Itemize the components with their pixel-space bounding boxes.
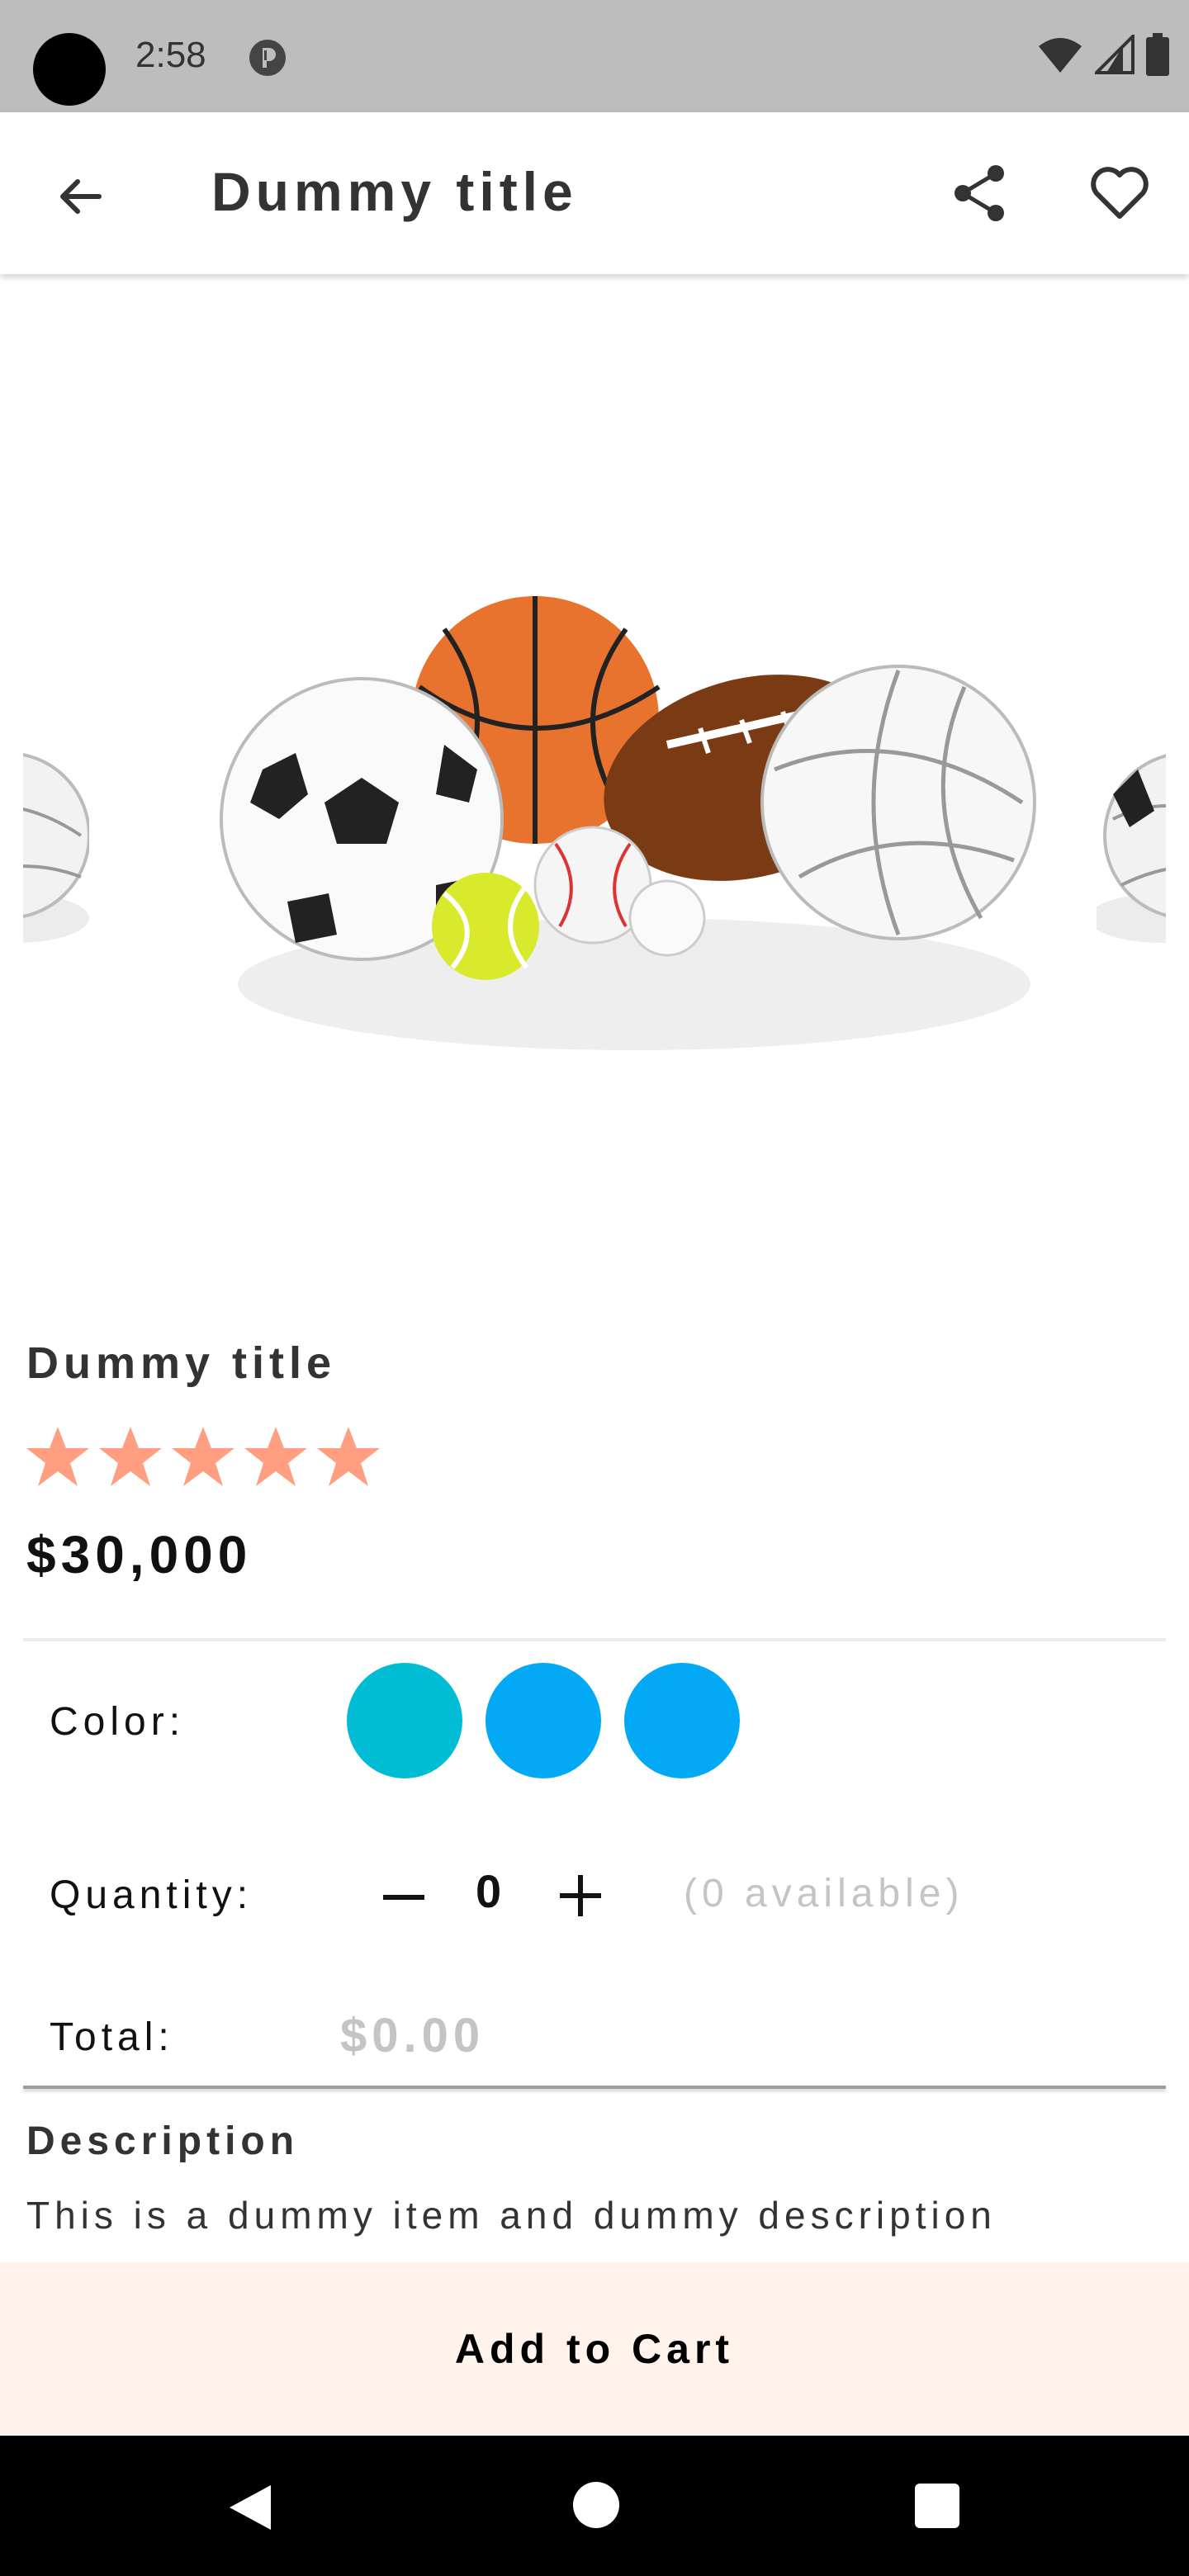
product-title: Dummy title — [26, 1338, 337, 1388]
quantity-label: Quantity: — [50, 1873, 253, 1917]
color-swatch-2[interactable] — [486, 1663, 601, 1778]
status-bar: 2:58 — [0, 0, 1189, 112]
color-swatch-1[interactable] — [347, 1663, 462, 1778]
battery-icon — [1146, 33, 1169, 76]
app-bar: Dummy title — [0, 112, 1189, 274]
color-swatch-3[interactable] — [624, 1663, 740, 1778]
sports-balls-image-previous — [23, 753, 89, 943]
total-label: Total: — [50, 2015, 174, 2059]
total-value: $0.00 — [340, 2009, 486, 2062]
heart-icon[interactable] — [1087, 160, 1153, 226]
quantity-available: (0 available) — [684, 1872, 964, 1915]
divider — [23, 2086, 1166, 2089]
star-icon — [172, 1427, 234, 1486]
page-title: Dummy title — [211, 161, 578, 222]
share-icon[interactable] — [948, 160, 1014, 226]
quantity-value: 0 — [476, 1865, 502, 1917]
status-time: 2:58 — [135, 35, 206, 75]
notification-icon — [249, 40, 286, 76]
nav-back-icon[interactable] — [223, 2479, 281, 2536]
signal-icon — [1095, 35, 1135, 74]
sports-balls-image-next — [1097, 754, 1166, 943]
star-icon — [26, 1427, 89, 1486]
add-to-cart-button[interactable]: Add to Cart — [0, 2262, 1189, 2436]
color-label: Color: — [50, 1700, 186, 1744]
divider — [23, 1638, 1166, 1641]
star-icon — [99, 1427, 162, 1486]
description-heading: Description — [26, 2119, 300, 2163]
nav-recents-icon[interactable] — [915, 2484, 959, 2528]
sports-balls-image — [220, 596, 1036, 1050]
wifi-icon — [1039, 38, 1082, 73]
back-arrow-icon[interactable] — [48, 163, 114, 230]
add-to-cart-bar: Add to Cart — [0, 2262, 1189, 2436]
minus-icon[interactable] — [377, 1864, 431, 1930]
plus-icon[interactable] — [553, 1863, 608, 1929]
description-text: This is a dummy item and dummy descripti… — [26, 2194, 997, 2237]
nav-home-icon[interactable] — [573, 2482, 619, 2528]
product-image-carousel[interactable] — [23, 274, 1166, 1331]
camera-cutout — [33, 33, 106, 106]
product-price: $30,000 — [26, 1525, 253, 1584]
star-icon — [244, 1427, 307, 1486]
star-icon — [317, 1427, 380, 1486]
system-nav-bar — [0, 2436, 1189, 2576]
star-rating — [25, 1423, 381, 1489]
system-icons — [1037, 33, 1169, 76]
